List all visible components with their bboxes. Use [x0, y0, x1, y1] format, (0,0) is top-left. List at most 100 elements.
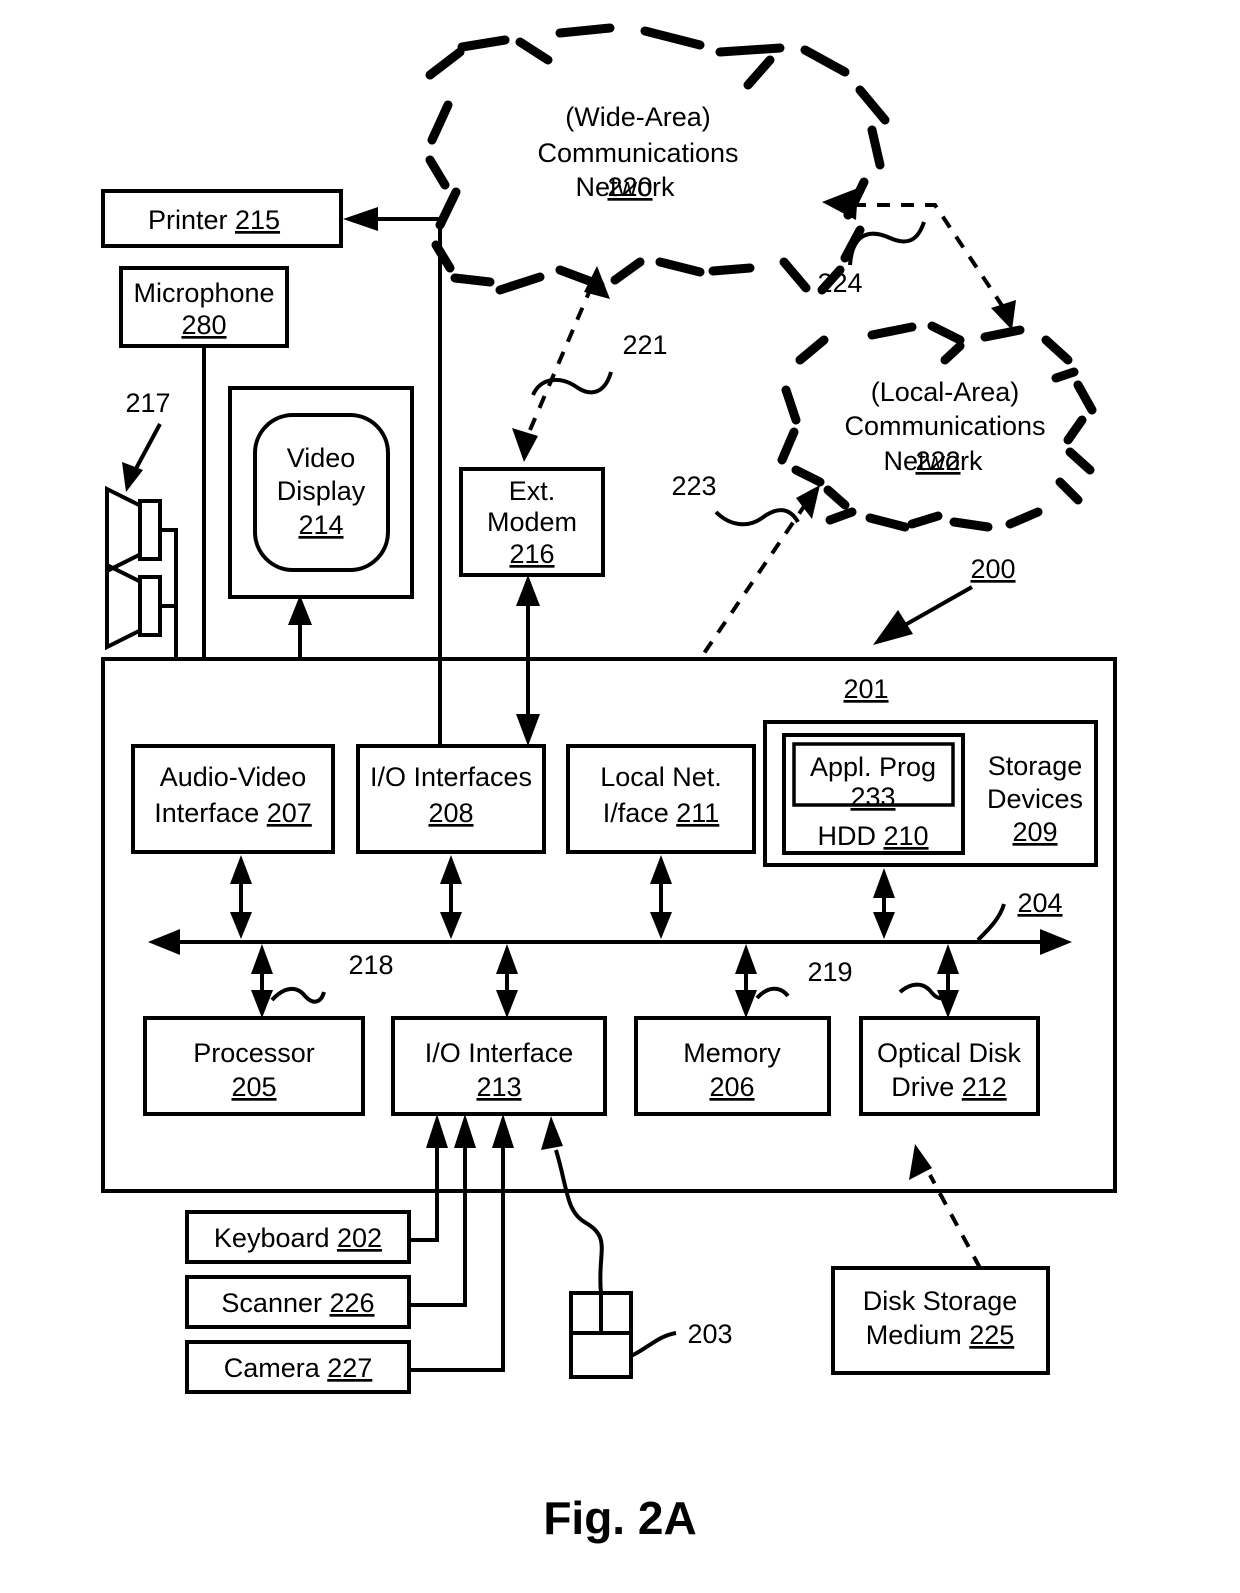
local-net-iface-line1: Local Net. [600, 762, 722, 792]
node-microphone: Microphone 280 [119, 266, 289, 348]
svg-text:I/face 211: I/face 211 [603, 798, 720, 828]
svg-text:Scanner 226: Scanner 226 [221, 1288, 374, 1318]
cloud-wan-line1: (Wide-Area) [565, 102, 711, 132]
cloud-wide-area-network: (Wide-Area) Communications Network 220 [425, 23, 890, 295]
ref-217: 217 [125, 388, 170, 418]
io-interface-213-line1: I/O Interface [425, 1038, 574, 1068]
cloud-lan-line1: (Local-Area) [871, 377, 1020, 407]
io-interfaces-ref: 208 [428, 798, 473, 828]
link-224-arrowhead-right [991, 300, 1016, 330]
appl-prog-ref: 233 [850, 782, 895, 812]
keyboard-label: Keyboard [214, 1223, 337, 1253]
ref-218: 218 [348, 950, 393, 980]
local-net-iface-line2: I/face [603, 798, 677, 828]
memory-line1: Memory [683, 1038, 781, 1068]
video-display-line1: Video [287, 443, 356, 473]
io-interfaces-line1: I/O Interfaces [370, 762, 532, 792]
ref-201: 201 [843, 674, 888, 704]
audio-video-interface-ref: 207 [267, 798, 312, 828]
node-audio-video-interface: Audio-Video Interface 207 [131, 744, 335, 854]
svg-text:Printer 215: Printer 215 [148, 205, 280, 235]
appl-prog-label: Appl. Prog [810, 752, 936, 782]
disk-storage-medium-ref: 225 [969, 1320, 1014, 1350]
camera-label: Camera [224, 1353, 328, 1383]
storage-devices-ref: 209 [1012, 817, 1057, 847]
audio-video-interface-line2: Interface [154, 798, 267, 828]
printer-ref: 215 [235, 205, 280, 235]
node-memory: Memory 206 [634, 1016, 831, 1116]
patent-figure-2a: (Wide-Area) Communications Network 220 (… [0, 0, 1240, 1593]
ref-200-arrowhead [873, 610, 913, 645]
node-io-interface-213: I/O Interface 213 [391, 1016, 607, 1116]
ref-203-leader [630, 1331, 677, 1358]
printer-label: Printer [148, 205, 235, 235]
svg-text:Camera 227: Camera 227 [224, 1353, 373, 1383]
link-224-path [853, 203, 1007, 312]
optical-disk-drive-line2: Drive [891, 1072, 962, 1102]
processor-line1: Processor [193, 1038, 315, 1068]
svg-text:Keyboard 202: Keyboard 202 [214, 1223, 382, 1253]
microphone-ref: 280 [181, 310, 226, 340]
ref-221: 221 [622, 330, 667, 360]
scanner-ref: 226 [330, 1288, 375, 1318]
node-storage-devices: Appl. Prog 233 HDD 210 Storage Devices 2… [763, 720, 1098, 867]
cloud-wan-line2: Communications [537, 138, 738, 168]
link-224-arrowhead-left [822, 188, 858, 220]
storage-devices-line1: Storage [988, 751, 1083, 781]
disk-storage-medium-line2: Medium [866, 1320, 970, 1350]
cloud-lan-ref: 222 [915, 446, 960, 476]
link-223-leader [714, 508, 800, 527]
cloud-wan-ref: 220 [607, 172, 652, 202]
optical-disk-drive-line1: Optical Disk [877, 1038, 1022, 1068]
audio-video-interface-line1: Audio-Video [160, 762, 307, 792]
cloud-lan-line2: Communications [844, 411, 1045, 441]
scanner-label: Scanner [221, 1288, 329, 1318]
keyboard-ref: 202 [337, 1223, 382, 1253]
ext-modem-arrowhead-up [516, 575, 540, 606]
camera-ref: 227 [327, 1353, 372, 1383]
speakers-leader-arrowhead [122, 462, 143, 492]
svg-text:Medium 225: Medium 225 [866, 1320, 1015, 1350]
ref-204: 204 [1017, 888, 1062, 918]
link-221-wan: 221 [512, 266, 668, 462]
cloud-local-area-network: (Local-Area) Communications Network 222 [777, 321, 1097, 532]
link-221-leader [531, 371, 613, 396]
speaker-lower-body [138, 575, 162, 637]
disk-storage-medium-line1: Disk Storage [863, 1286, 1018, 1316]
link-221-arrowhead-down [512, 428, 538, 462]
node-printer: Printer 215 [101, 189, 343, 248]
video-display-ref: 214 [298, 510, 343, 540]
ref-203: 203 [687, 1319, 732, 1349]
figure-caption: Fig. 2A [543, 1492, 696, 1544]
ref-223: 223 [671, 471, 716, 501]
svg-text:HDD 210: HDD 210 [817, 821, 928, 851]
ext-modem-ref: 216 [509, 539, 554, 569]
node-processor: Processor 205 [143, 1016, 365, 1116]
ref-200-pointer: 200 [873, 554, 1016, 645]
hdd-label: HDD [817, 821, 883, 851]
printer-arrowhead [343, 207, 378, 231]
ext-modem-line1: Ext. [509, 476, 556, 506]
svg-text:Interface 207: Interface 207 [154, 798, 312, 828]
video-display-arrowhead [288, 595, 312, 625]
ref-224: 224 [817, 268, 862, 298]
storage-devices-line2: Devices [987, 784, 1083, 814]
memory-ref: 206 [709, 1072, 754, 1102]
svg-text:Drive 212: Drive 212 [891, 1072, 1007, 1102]
ref-200: 200 [970, 554, 1015, 584]
optical-disk-drive-ref: 212 [962, 1072, 1007, 1102]
ext-modem-line2: Modem [487, 507, 577, 537]
node-ext-modem: Ext. Modem 216 [459, 467, 605, 577]
processor-ref: 205 [231, 1072, 276, 1102]
ref-200-leader [904, 585, 973, 627]
hdd-ref: 210 [883, 821, 928, 851]
microphone-label: Microphone [133, 278, 274, 308]
link-221-path [528, 289, 592, 431]
speaker-upper-body [138, 499, 162, 561]
node-optical-disk-drive: Optical Disk Drive 212 [859, 1016, 1040, 1116]
io-interface-213-ref: 213 [476, 1072, 521, 1102]
ref-219: 219 [807, 957, 852, 987]
node-local-net-iface: Local Net. I/face 211 [566, 744, 756, 854]
video-display-line2: Display [277, 476, 366, 506]
local-net-iface-ref: 211 [676, 798, 719, 828]
